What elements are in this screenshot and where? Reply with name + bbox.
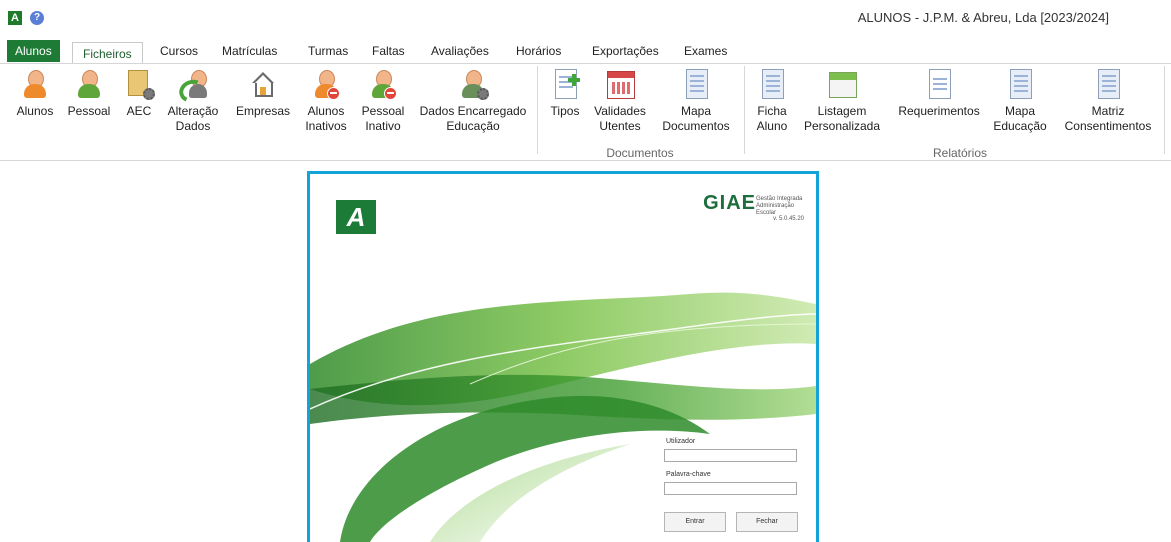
tab-ficheiros[interactable]: Ficheiros <box>72 42 143 64</box>
student-icon <box>19 68 51 100</box>
alunos-button[interactable]: Alunos <box>10 68 60 119</box>
validades-utentes-button[interactable]: Validades Utentes <box>590 68 650 134</box>
button-label: Tipos <box>550 104 580 118</box>
close-button[interactable]: Fechar <box>736 512 798 532</box>
login-splash-window: A GIAE Gestão Integrada Administração Es… <box>307 171 819 542</box>
giae-logo-icon: A <box>336 200 376 234</box>
password-label: Palavra-chave <box>666 471 711 478</box>
button-label-line1: Pessoal <box>361 104 405 118</box>
group-separator <box>744 66 745 154</box>
giae-subtitle-line2: Administração Escolar <box>756 203 795 216</box>
empresas-button[interactable]: Empresas <box>233 68 293 119</box>
inactive-staff-icon <box>367 68 399 100</box>
enter-button[interactable]: Entrar <box>664 512 726 532</box>
guardian-data-icon <box>457 68 489 100</box>
tab-faltas[interactable]: Faltas <box>372 40 405 62</box>
house-icon <box>247 68 279 100</box>
button-label-line1: Validades <box>594 104 646 118</box>
tab-matriculas[interactable]: Matrículas <box>222 40 277 62</box>
aec-button[interactable]: AEC <box>122 68 156 119</box>
ribbon-tabs: Alunos Ficheiros Cursos Matrículas Turma… <box>0 40 1171 64</box>
title-bar: A ? ALUNOS - J.P.M. & Abreu, Lda [2023/2… <box>0 0 1171 38</box>
staff-icon <box>73 68 105 100</box>
tab-horarios[interactable]: Horários <box>516 40 561 62</box>
mapa-documentos-button[interactable]: Mapa Documentos <box>658 68 734 134</box>
button-label-line1: Matriz <box>1091 104 1125 118</box>
button-label: Empresas <box>235 104 291 118</box>
button-label-line2: Aluno <box>756 119 788 133</box>
tab-cursos[interactable]: Cursos <box>160 40 198 62</box>
ficha-aluno-button[interactable]: Ficha Aluno <box>750 68 794 134</box>
group-label-documentos: Documentos <box>606 146 674 160</box>
calendar-icon <box>604 68 636 100</box>
button-label-line2: Consentimentos <box>1064 119 1152 133</box>
button-label-line1: Ficha <box>757 104 787 118</box>
button-label-line1: Listagem <box>817 104 867 118</box>
window-title: ALUNOS - J.P.M. & Abreu, Lda [2023/2024] <box>857 10 1109 25</box>
group-label-relatorios: Relatórios <box>932 146 988 160</box>
pessoal-button[interactable]: Pessoal <box>64 68 114 119</box>
requerimentos-button[interactable]: Requerimentos <box>893 68 985 119</box>
user-input[interactable] <box>664 449 797 462</box>
button-label-line2: Dados <box>175 119 211 133</box>
button-label-line1: Mapa <box>680 104 712 118</box>
tab-turmas[interactable]: Turmas <box>308 40 348 62</box>
help-icon[interactable]: ? <box>30 11 44 25</box>
splash-content: A GIAE Gestão Integrada Administração Es… <box>310 174 816 542</box>
aec-icon <box>123 68 155 100</box>
group-separator <box>1164 66 1165 154</box>
new-document-icon <box>549 68 581 100</box>
ribbon: Alunos Pessoal AEC Alteração Dados Empre… <box>0 63 1171 161</box>
tab-avaliacoes[interactable]: Avaliações <box>431 40 489 62</box>
document-icon <box>1004 68 1036 100</box>
user-label: Utilizador <box>666 438 696 445</box>
button-label: Alunos <box>16 104 54 118</box>
change-data-icon <box>176 68 209 106</box>
giae-subtitle: Gestão Integrada Administração Escolar <box>756 196 808 217</box>
button-label-line1: Mapa <box>1004 104 1036 118</box>
button-label-line2: Utentes <box>599 119 641 133</box>
button-label-line2: Educação <box>446 119 500 133</box>
tab-exames[interactable]: Exames <box>684 40 727 62</box>
listagem-personalizada-button[interactable]: Listagem Personalizada <box>798 68 886 134</box>
inactive-student-icon <box>310 68 342 100</box>
giae-subtitle-line1: Gestão Integrada <box>756 196 803 202</box>
button-label-line1: Alunos <box>307 104 345 118</box>
tab-exportacoes[interactable]: Exportações <box>592 40 659 62</box>
button-label-line2: Documentos <box>662 119 730 133</box>
button-label: Pessoal <box>67 104 111 118</box>
document-icon <box>680 68 712 100</box>
pessoal-inativo-button[interactable]: Pessoal Inativo <box>357 68 409 134</box>
document-icon <box>923 68 955 100</box>
password-input[interactable] <box>664 482 797 495</box>
version-label: v. 5.0.45.20 <box>773 216 804 222</box>
button-label-line1: Dados Encarregado <box>419 104 527 118</box>
button-label: AEC <box>126 104 152 118</box>
group-separator <box>537 66 538 154</box>
button-label-line1: Alteração <box>167 104 219 118</box>
button-label-line2: Educação <box>993 119 1047 133</box>
app-logo-icon[interactable]: A <box>8 11 22 25</box>
dados-encarregado-button[interactable]: Dados Encarregado Educação <box>415 68 531 134</box>
matriz-consentimentos-button[interactable]: Matriz Consentimentos <box>1058 68 1158 134</box>
giae-brand: GIAE <box>703 192 756 214</box>
button-label-line2: Inativo <box>365 119 401 133</box>
button-label: Requerimentos <box>898 104 980 118</box>
document-icon <box>1092 68 1124 100</box>
button-label-line2: Personalizada <box>803 119 881 133</box>
window-icon <box>826 68 858 100</box>
alunos-inativos-button[interactable]: Alunos Inativos <box>301 68 351 134</box>
tab-alunos[interactable]: Alunos <box>7 40 60 62</box>
tipos-button[interactable]: Tipos <box>545 68 585 119</box>
mapa-educacao-button[interactable]: Mapa Educação <box>990 68 1050 134</box>
button-label-line2: Inativos <box>305 119 347 133</box>
document-icon <box>756 68 788 100</box>
alteracao-dados-button[interactable]: Alteração Dados <box>163 68 223 134</box>
